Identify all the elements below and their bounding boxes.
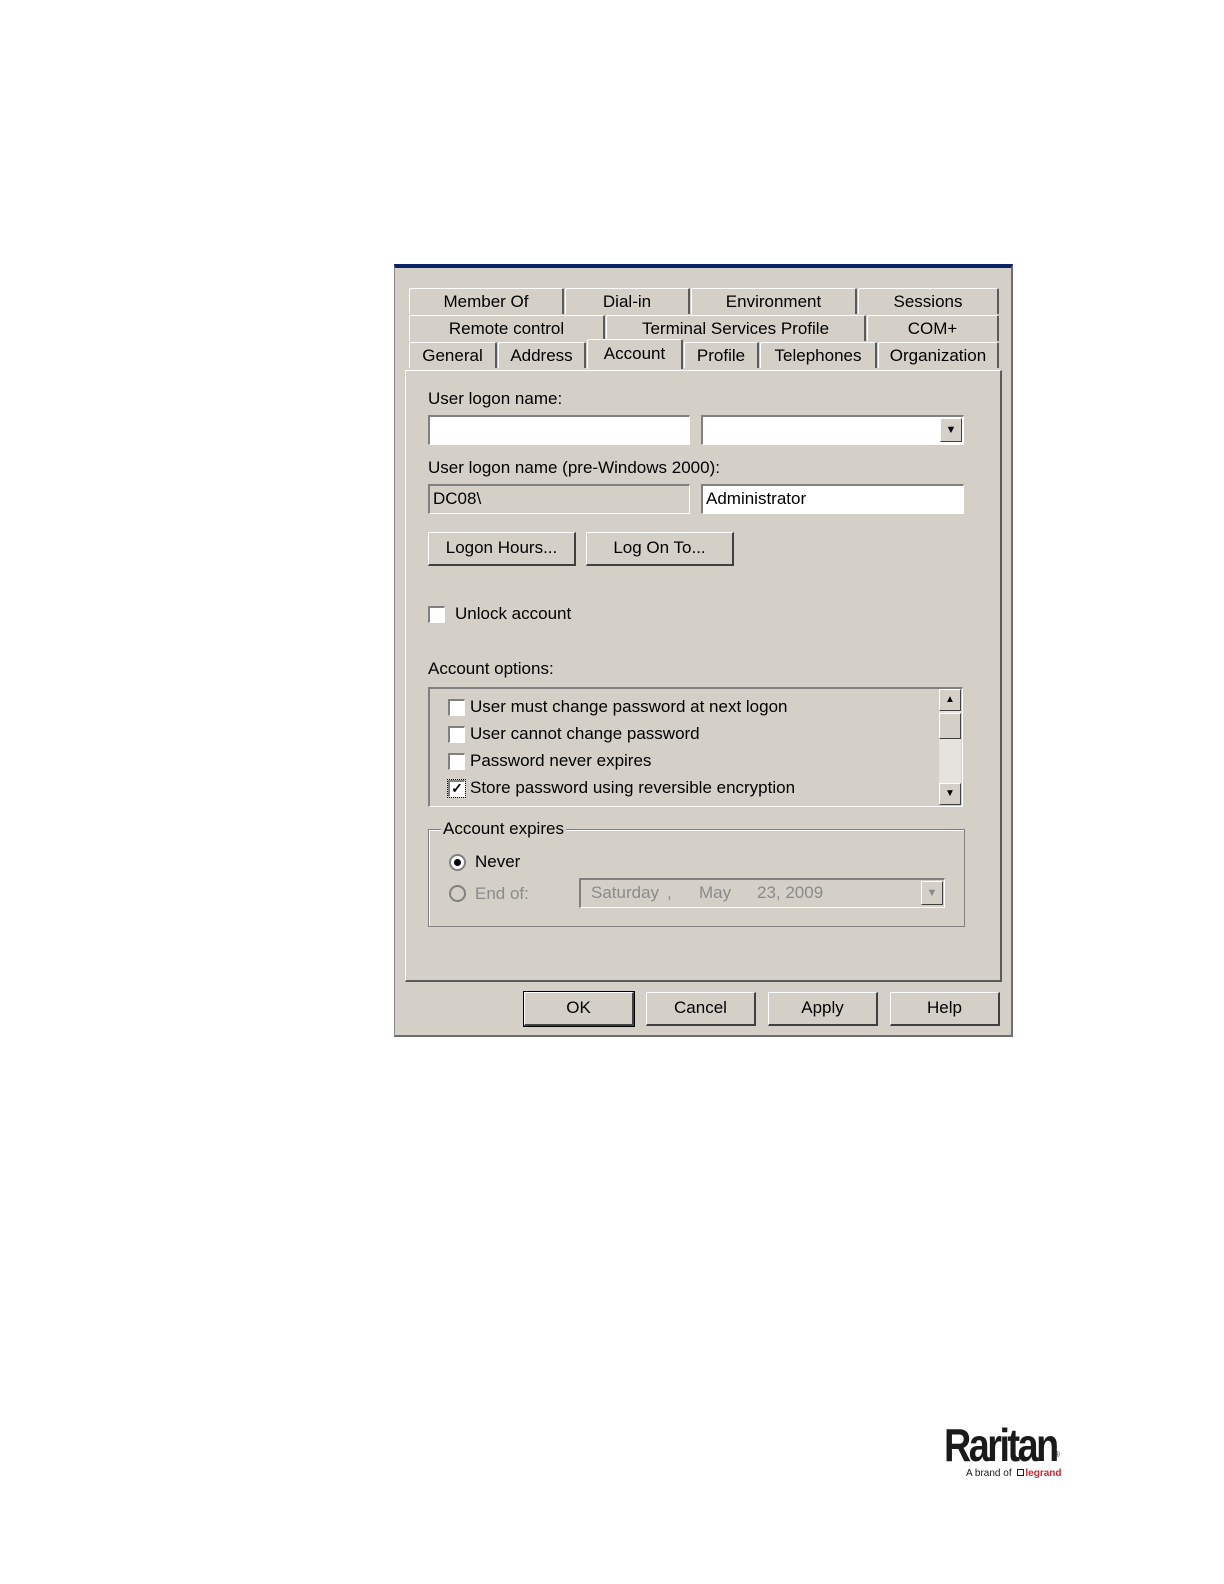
tab-terminal-services-profile[interactable]: Terminal Services Profile xyxy=(606,315,866,341)
account-expires-legend: Account expires xyxy=(441,819,566,839)
logon-hours-button[interactable]: Logon Hours... xyxy=(428,532,576,566)
tab-general[interactable]: General xyxy=(409,342,497,368)
option-cannot-change-password-checkbox[interactable] xyxy=(448,726,465,743)
apply-button[interactable]: Apply xyxy=(768,992,878,1026)
log-on-to-button[interactable]: Log On To... xyxy=(586,532,734,566)
option-must-change-password-checkbox[interactable] xyxy=(448,699,465,716)
end-date-day: Saturday xyxy=(591,883,660,902)
option-label: User must change password at next logon xyxy=(470,697,788,716)
option-label: User cannot change password xyxy=(470,724,700,743)
option-password-never-expires-checkbox[interactable] xyxy=(448,753,465,770)
tab-dial-in[interactable]: Dial-in xyxy=(565,288,690,314)
scroll-down-icon[interactable]: ▼ xyxy=(939,783,961,805)
domain-prefix-field: DC08\ xyxy=(428,484,690,514)
legrand-name: legrand xyxy=(1025,1468,1062,1479)
options-scrollbar[interactable]: ▲ ▼ xyxy=(939,689,961,805)
user-logon-name-input[interactable] xyxy=(428,415,690,445)
tab-profile[interactable]: Profile xyxy=(684,342,759,368)
pre-windows-2000-label: User logon name (pre-Windows 2000): xyxy=(428,458,720,477)
user-logon-name-label: User logon name: xyxy=(428,389,563,408)
brand-tagline: A brand of legrand xyxy=(966,1468,1062,1479)
chevron-down-icon[interactable]: ▼ xyxy=(921,881,943,905)
end-date-separator: , xyxy=(667,883,672,902)
account-expires-group: Account expires Never End of: Saturday ,… xyxy=(428,819,965,927)
unlock-account-label: Unlock account xyxy=(455,604,572,623)
tab-environment[interactable]: Environment xyxy=(691,288,857,314)
ok-button[interactable]: OK xyxy=(523,991,635,1027)
tab-member-of[interactable]: Member Of xyxy=(409,288,564,314)
cancel-button[interactable]: Cancel xyxy=(646,992,756,1026)
scroll-up-icon[interactable]: ▲ xyxy=(939,689,961,711)
tab-com-plus[interactable]: COM+ xyxy=(867,315,999,341)
end-date-month: May xyxy=(699,883,732,902)
end-date-rest: 23, 2009 xyxy=(757,883,824,902)
chevron-down-icon[interactable]: ▼ xyxy=(940,418,962,442)
legrand-icon xyxy=(1017,1469,1025,1476)
upn-suffix-dropdown[interactable]: ▼ xyxy=(701,415,964,445)
account-options-list[interactable]: User must change password at next logon … xyxy=(428,687,963,807)
raritan-wordmark: Raritan xyxy=(944,1419,1059,1471)
option-reversible-encryption-checkbox[interactable]: ✓ xyxy=(447,779,466,798)
option-label: Password never expires xyxy=(470,751,652,770)
tab-telephones[interactable]: Telephones xyxy=(760,342,877,368)
account-tab-panel: User logon name: ▼ User logon name (pre-… xyxy=(405,370,1002,982)
tagline-prefix: A brand of xyxy=(966,1468,1012,1479)
tab-address[interactable]: Address xyxy=(498,342,586,368)
tab-remote-control[interactable]: Remote control xyxy=(409,315,605,341)
unlock-account-checkbox[interactable] xyxy=(428,606,445,623)
radio-selected-dot xyxy=(454,859,461,866)
never-radio[interactable] xyxy=(449,854,466,871)
never-label: Never xyxy=(475,852,521,871)
end-of-label: End of: xyxy=(475,884,529,903)
end-of-radio[interactable] xyxy=(449,885,466,902)
tab-organization[interactable]: Organization xyxy=(878,342,999,368)
tab-account[interactable]: Account xyxy=(587,339,683,369)
registered-mark: ® xyxy=(1054,1450,1060,1459)
option-label: Store password using reversible encrypti… xyxy=(470,778,796,797)
scroll-thumb[interactable] xyxy=(939,713,961,739)
tab-sessions[interactable]: Sessions xyxy=(858,288,999,314)
checkmark-icon: ✓ xyxy=(451,780,463,796)
account-options-label: Account options: xyxy=(428,659,554,678)
sam-account-name-input[interactable]: Administrator xyxy=(701,484,964,514)
raritan-logo: Raritan ® A brand of legrand xyxy=(944,1418,1064,1488)
help-button[interactable]: Help xyxy=(890,992,1000,1026)
end-date-picker[interactable]: Saturday , May 23, 2009 ▼ xyxy=(579,878,945,908)
user-properties-dialog: Member Of Dial-in Environment Sessions R… xyxy=(394,264,1013,1037)
